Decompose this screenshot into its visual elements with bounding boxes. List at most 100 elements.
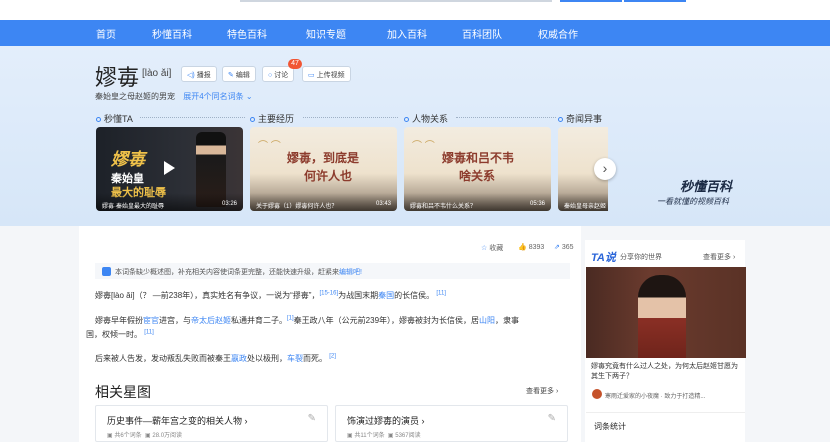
star-icon: ☆ <box>481 245 488 252</box>
notice-edit-link[interactable]: 编辑吧! <box>339 269 362 276</box>
card-headline: 啥关系 <box>459 169 496 183</box>
pencil-icon[interactable]: ✎ <box>548 413 556 424</box>
share-button[interactable]: ⇗ 365 <box>554 243 574 251</box>
citation-link[interactable]: [2] <box>329 353 336 359</box>
title-text: 饰演过嫪毐的演员 <box>347 416 420 426</box>
link-chelie[interactable]: 车裂 <box>287 354 303 363</box>
play-label: 播报 <box>196 72 211 79</box>
edit-label: 编辑 <box>235 72 250 79</box>
link-yingzheng[interactable]: 嬴政 <box>231 354 247 363</box>
upload-label: 上传视频 <box>316 72 345 79</box>
ta-author[interactable]: 寒雨迁爱家的小夜魔 · 致力于打造精... <box>605 391 705 400</box>
edit-button[interactable]: ✎ 编辑 <box>222 66 256 82</box>
carousel-next-button[interactable]: › <box>594 158 616 180</box>
summary-paragraph: 后来被人告发，发动叛乱失败而被秦王嬴政处以极刑，车裂而死。 [2] <box>95 353 336 364</box>
expand-homonyms-link[interactable]: 展开4个同名词条 ⌄ <box>183 92 252 101</box>
chat-bubble-icon: ○ <box>268 72 273 79</box>
dot-icon <box>250 117 255 123</box>
figure-portrait <box>638 275 686 358</box>
chevron-right-icon: › <box>602 160 608 176</box>
card-caption: 嫪毐·秦始皇最大的耻辱 <box>96 193 243 211</box>
section-label: 秒懂TA <box>104 114 133 124</box>
card-headline: 嫪毐 <box>111 150 145 170</box>
related-card-meta: ▣ 共11个词条 ▣ 5367阅读 <box>347 433 421 439</box>
dotted-divider <box>140 117 245 118</box>
nav-item-team[interactable]: 百科团队 <box>462 26 502 41</box>
video-card[interactable]: 嫪毐和吕不韦 啥关系 ⌒ ⌒ 嫪毐和吕不韦什么关系？ 05:36 <box>404 127 551 211</box>
dot-icon <box>404 117 409 123</box>
related-card[interactable]: 历史事件—蕲年宫之变的相关人物 › ✎ ▣ 共6个词条 ▣ 28.0万阅读 <box>95 405 328 442</box>
section-label: 奇闻异事 <box>566 114 603 124</box>
card-duration: 05:36 <box>529 201 545 207</box>
link-zhaoji[interactable]: 帝太后赵姬 <box>191 316 231 325</box>
more-label: 查看更多 <box>703 254 731 261</box>
main-nav: 首页 秒懂百科 特色百科 知识专题 加入百科 百科团队 权威合作 <box>0 20 830 46</box>
entry-count: 共11个词条 <box>354 433 385 439</box>
entry-subtitle: 秦始皇之母赵姬的男宠 <box>95 92 175 101</box>
thumbs-up-icon: 👍 <box>518 244 527 251</box>
ta-subtitle: 分享你的世界 <box>620 254 662 261</box>
like-count: 8393 <box>528 244 545 251</box>
related-card[interactable]: 饰演过嫪毐的演员 › ✎ ▣ 共11个词条 ▣ 5367阅读 <box>335 405 568 442</box>
summary-paragraph: 嫪毐[lào ǎi]（？ —前238年），真实姓名有争议，一说为“摎毐”，[15… <box>95 290 446 301</box>
entry-title: 嫪毐 <box>95 66 140 91</box>
card-headline: 何许人也 <box>304 169 353 183</box>
nav-item-join[interactable]: 加入百科 <box>387 26 427 41</box>
link-eunuch[interactable]: 宦官 <box>143 316 159 325</box>
chevron-right-icon: › <box>421 416 425 426</box>
like-button[interactable]: 👍 8393 <box>518 243 544 251</box>
edit-notice-icon <box>102 267 111 276</box>
expand-label: 展开4个同名词条 <box>183 92 244 101</box>
ta-thumbnail[interactable] <box>586 267 746 358</box>
video-card[interactable]: 嫪毐 秦始皇 最大的耻辱 嫪毐·秦始皇最大的耻辱 03:26 <box>96 127 243 211</box>
discuss-button[interactable]: ○ 讨论 <box>262 66 295 82</box>
ta-logo: TA说 <box>591 252 616 264</box>
author-avatar[interactable] <box>592 389 602 399</box>
share-count: 365 <box>561 244 574 251</box>
card-caption: 秦始皇母亲赵姬 <box>558 193 608 211</box>
entry-pinyin: [lào ǎi] <box>142 68 172 79</box>
pencil-icon[interactable]: ✎ <box>308 413 316 424</box>
upload-video-button[interactable]: ▭ 上传视频 <box>302 66 351 82</box>
text: 嫪毐早年假扮 <box>95 316 143 325</box>
link-qin[interactable]: 秦国 <box>378 291 394 300</box>
collect-button[interactable]: ☆ 收藏 <box>481 243 503 253</box>
play-icon[interactable] <box>164 161 175 175</box>
edit-notice: 本词条缺少概述图，补充相关内容使词条更完整，还能快速升级，赶紧来编辑吧! <box>95 263 570 279</box>
related-card-title: 历史事件—蕲年宫之变的相关人物 › <box>107 414 248 427</box>
nav-item-authority[interactable]: 权威合作 <box>538 26 578 41</box>
play-button[interactable]: ◁) 播报 <box>181 66 217 82</box>
section-miaodong[interactable]: 秒懂TA <box>96 112 133 125</box>
card-caption: 关于嫪毐（1）嫪毐何许人也？ <box>250 193 397 211</box>
section-anecdotes[interactable]: 奇闻异事 <box>558 112 602 125</box>
speaker-icon: ◁) <box>187 72 195 79</box>
chevron-right-icon: › <box>244 416 248 426</box>
citation-link[interactable]: [11] <box>144 329 154 335</box>
section-experience[interactable]: 主要经历 <box>250 112 294 125</box>
nav-item-topics[interactable]: 知识专题 <box>306 26 346 41</box>
nav-item-special[interactable]: 特色百科 <box>227 26 267 41</box>
view-count: 5367阅读 <box>395 433 421 439</box>
link-shanyang[interactable]: 山阳 <box>479 316 495 325</box>
button-edge <box>624 0 686 2</box>
section-relations[interactable]: 人物关系 <box>404 112 448 125</box>
text: 进宫，与 <box>159 316 191 325</box>
citation-link[interactable]: [11] <box>436 290 446 296</box>
text: 嫪毐[lào ǎi]（？ —前238年），真实姓名有争议，一说为“摎毐”， <box>95 291 320 300</box>
card-headline: 嫪毐和吕不韦 <box>442 151 515 165</box>
word-stats-panel: 词条统计 <box>586 412 745 442</box>
share-icon: ⇗ <box>554 244 560 251</box>
ta-more-link[interactable]: 查看更多 › <box>703 252 735 262</box>
citation-link[interactable]: [15-16] <box>319 290 338 296</box>
chevron-right-icon: › <box>555 388 559 395</box>
video-card[interactable]: 嫪毐，到底是 何许人也 ⌒ ⌒ 关于嫪毐（1）嫪毐何许人也？ 03:43 <box>250 127 397 211</box>
related-more-link[interactable]: 查看更多 › <box>526 386 558 396</box>
card-duration: 03:26 <box>221 201 237 207</box>
nav-item-home[interactable]: 首页 <box>96 26 116 41</box>
citation-link[interactable]: [1] <box>287 315 294 321</box>
search-bar-edge <box>240 0 552 2</box>
discuss-label: 讨论 <box>274 72 289 79</box>
ta-caption[interactable]: 嫪毐究竟有什么过人之处，为何太后赵姬甘愿为其生下两子？ <box>591 362 741 382</box>
nav-item-miaodong[interactable]: 秒懂百科 <box>152 26 192 41</box>
pencil-icon: ✎ <box>228 72 234 79</box>
